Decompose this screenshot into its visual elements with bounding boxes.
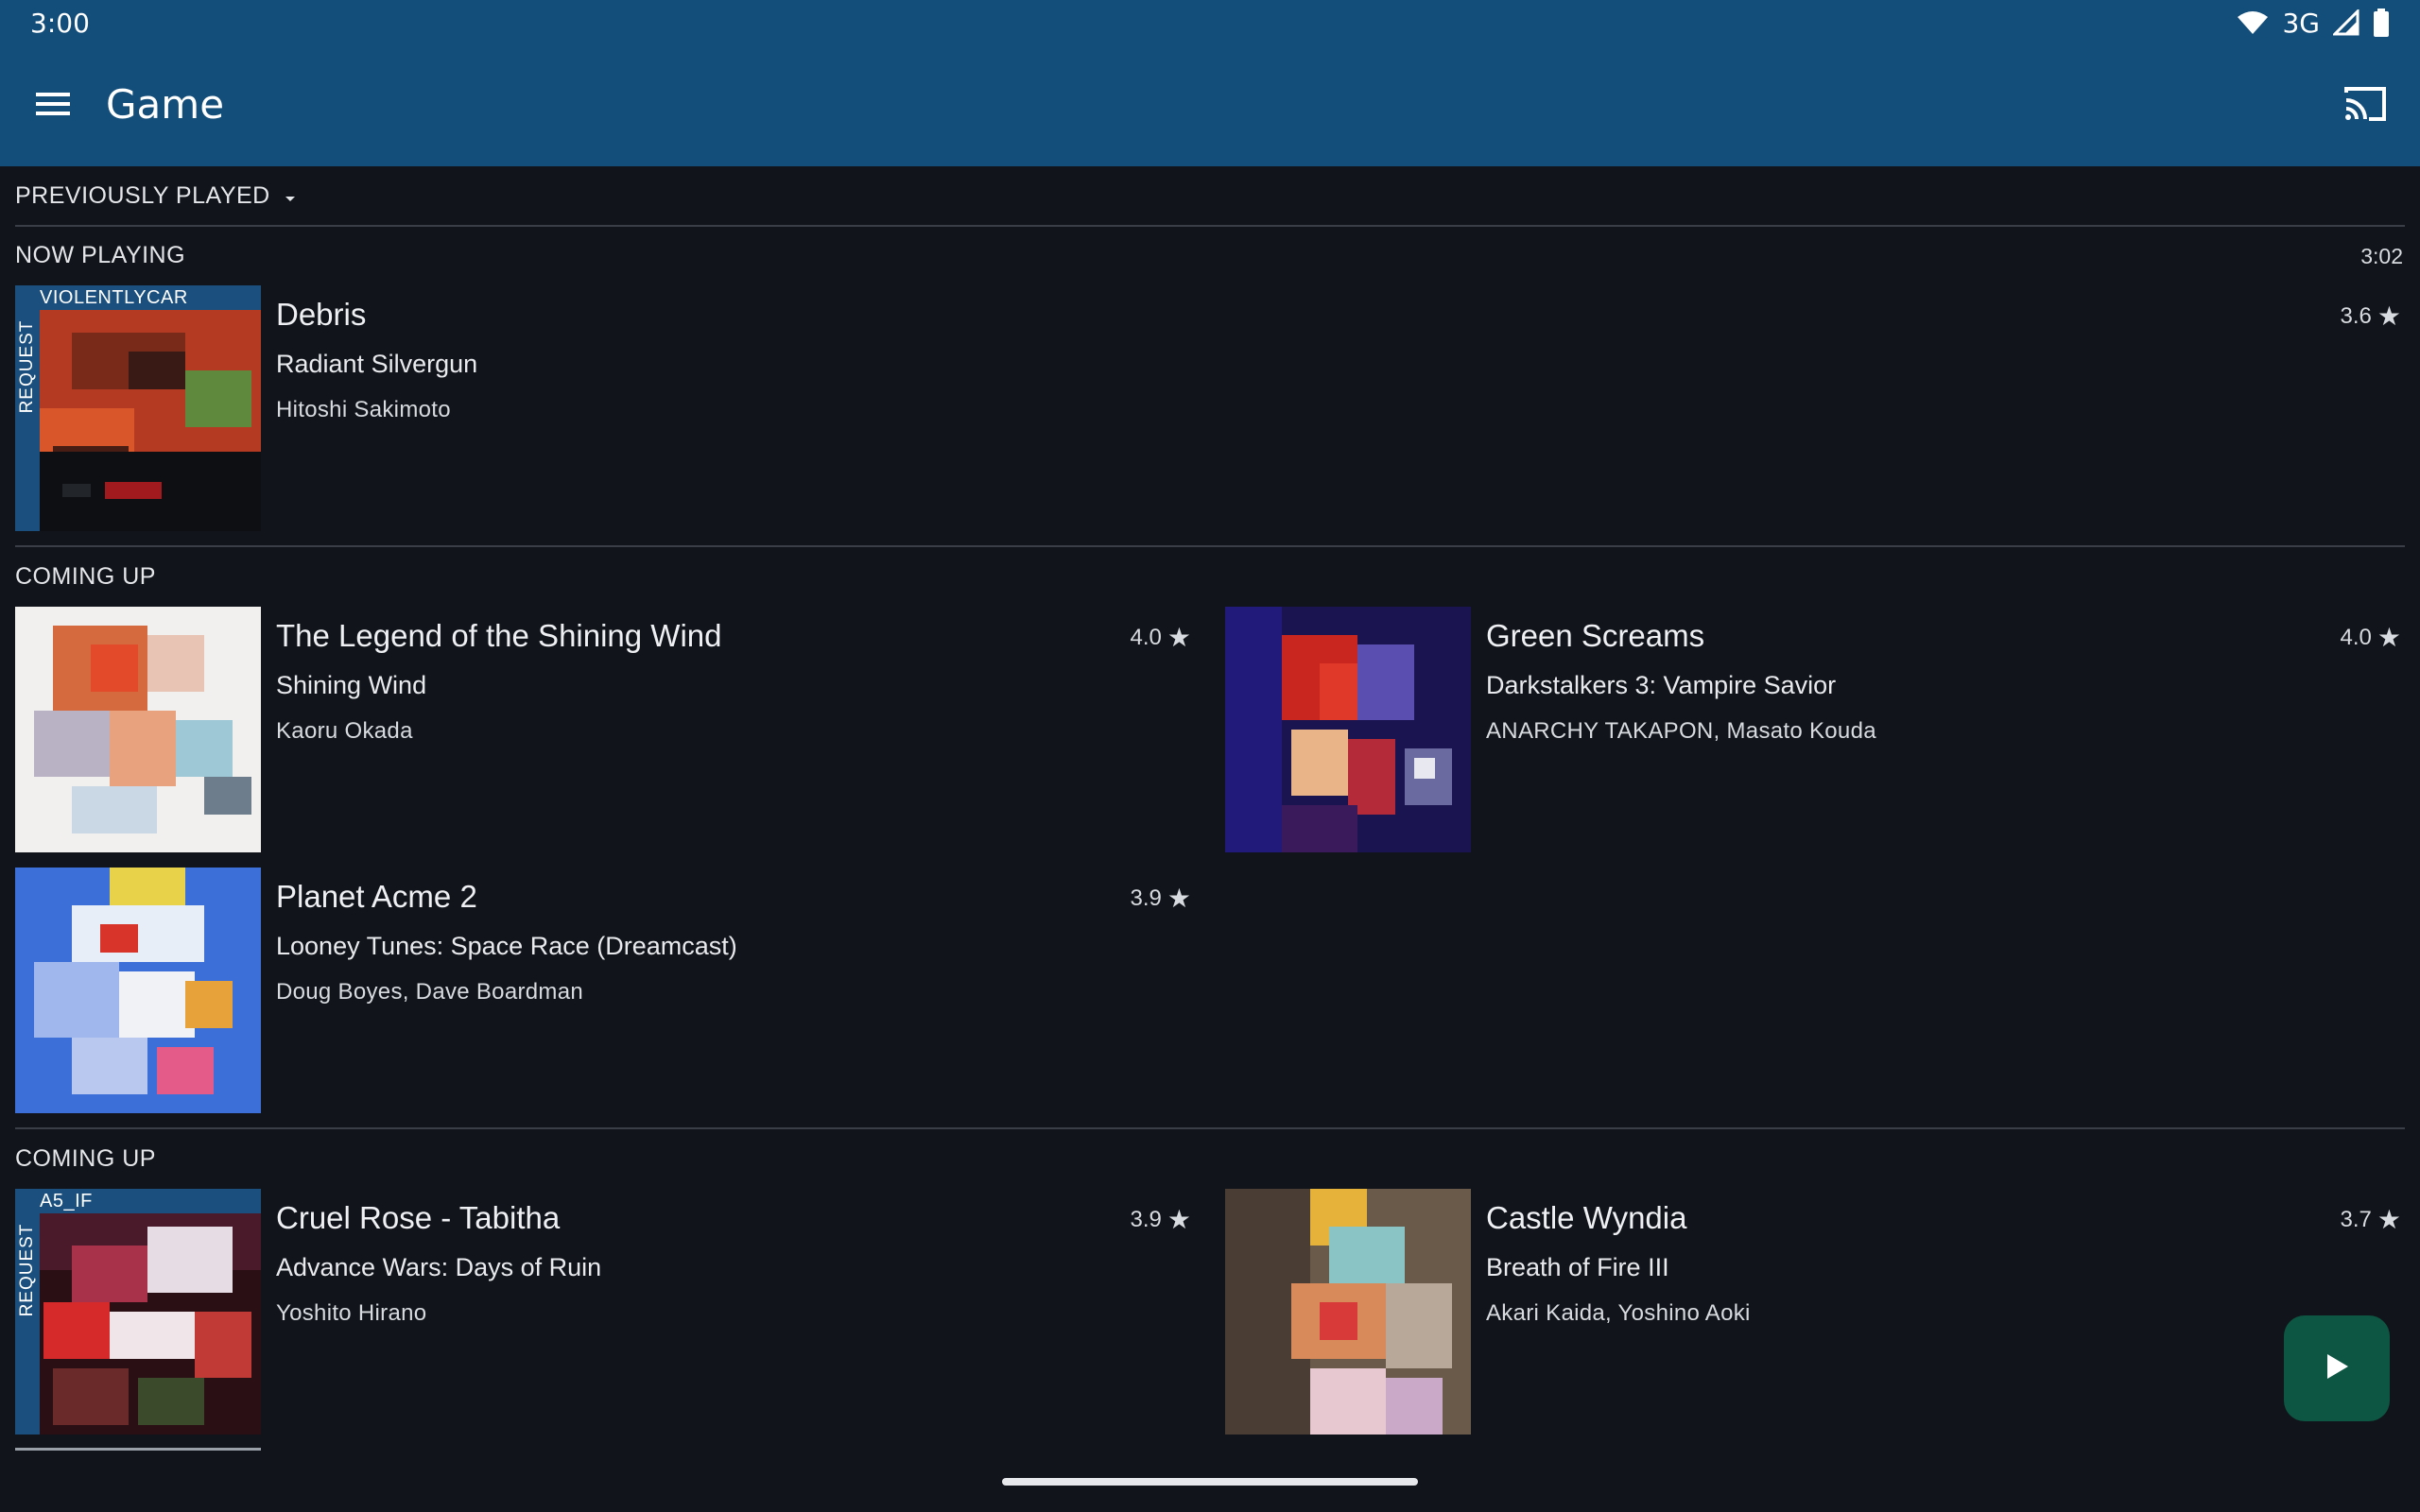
- song-album: Advance Wars: Days of Ruin: [276, 1253, 602, 1281]
- song-album: Shining Wind: [276, 671, 427, 699]
- song-rating: 4.0 ★: [1131, 622, 1191, 653]
- queued-song[interactable]: Green Screams Darkstalkers 3: Vampire Sa…: [1225, 607, 2405, 852]
- coming-up-label: COMING UP: [15, 1145, 156, 1172]
- rating-value: 3.6: [2340, 302, 2372, 329]
- play-button[interactable]: [2284, 1315, 2390, 1421]
- song-album: Looney Tunes: Space Race (Dreamcast): [276, 932, 737, 960]
- queued-song[interactable]: Planet Acme 2 Looney Tunes: Space Race (…: [15, 868, 1191, 1113]
- star-icon: ★: [2377, 301, 2401, 331]
- list-divider: [15, 1448, 261, 1451]
- rating-value: 3.9: [1130, 1206, 1162, 1232]
- menu-icon: [34, 90, 72, 123]
- song-artist: ANARCHY TAKAPON, Masato Kouda: [1486, 718, 1876, 744]
- star-icon: ★: [2377, 623, 2401, 652]
- battery-icon: [2373, 9, 2390, 37]
- song-artist: Akari Kaida, Yoshino Aoki: [1486, 1300, 1751, 1326]
- song-title: Planet Acme 2: [276, 879, 477, 914]
- song-album: Breath of Fire III: [1486, 1253, 1669, 1281]
- divider: [15, 545, 2405, 547]
- song-title: The Legend of the Shining Wind: [276, 618, 722, 653]
- album-art: [15, 868, 261, 1113]
- queued-song[interactable]: Castle Wyndia Breath of Fire III Akari K…: [1225, 1189, 2405, 1435]
- song-album: Darkstalkers 3: Vampire Savior: [1486, 671, 1837, 699]
- request-badge: REQUEST: [15, 1213, 40, 1327]
- history-filter-dropdown[interactable]: PREVIOUSLY PLAYED: [15, 180, 297, 212]
- song-title: Green Screams: [1486, 618, 1705, 653]
- song-rating: 3.9 ★: [1131, 883, 1191, 914]
- song-artist: Kaoru Okada: [276, 718, 413, 744]
- request-label: REQUEST: [17, 1223, 37, 1317]
- song-rating: 3.7 ★: [2341, 1204, 2401, 1235]
- star-icon: ★: [1167, 884, 1191, 913]
- star-icon: ★: [1167, 1205, 1191, 1234]
- request-label: REQUEST: [17, 319, 37, 414]
- now-playing-label: NOW PLAYING: [15, 242, 186, 268]
- star-icon: ★: [1167, 623, 1191, 652]
- divider: [15, 1127, 2405, 1129]
- album-art: [15, 285, 261, 531]
- rating-value: 3.7: [2340, 1206, 2372, 1232]
- menu-button[interactable]: [30, 83, 76, 129]
- home-indicator[interactable]: [1002, 1478, 1418, 1486]
- filter-label: PREVIOUSLY PLAYED: [15, 181, 270, 209]
- divider: [15, 225, 2405, 227]
- song-artist: Doug Boyes, Dave Boardman: [276, 979, 584, 1005]
- request-badge: REQUEST: [15, 310, 40, 423]
- song-album: Radiant Silvergun: [276, 350, 478, 378]
- status-time: 3:00: [30, 7, 90, 39]
- album-art: [15, 607, 261, 852]
- signal-icon: [2333, 9, 2360, 36]
- coming-up-label: COMING UP: [15, 563, 156, 590]
- app-bar: Game: [0, 45, 2420, 166]
- song-artist: Yoshito Hirano: [276, 1300, 427, 1326]
- album-art: [15, 1189, 261, 1435]
- song-rating: 3.6 ★: [2341, 301, 2401, 332]
- song-title: Castle Wyndia: [1486, 1200, 1687, 1235]
- queued-song[interactable]: A5_IF REQUEST Cruel Rose - Tabitha Advan…: [15, 1189, 1191, 1435]
- album-art: [1225, 607, 1471, 852]
- song-title: Debris: [276, 297, 367, 332]
- song-rating: 4.0 ★: [2341, 622, 2401, 653]
- album-art: [1225, 1189, 1471, 1435]
- star-icon: ★: [2377, 1205, 2401, 1234]
- cast-button[interactable]: [2339, 81, 2392, 130]
- song-artist: Hitoshi Sakimoto: [276, 397, 451, 422]
- status-bar: 3:00 3G: [0, 0, 2420, 45]
- play-icon: [2320, 1349, 2354, 1388]
- app-title: Game: [106, 81, 225, 128]
- elapsed-time: 3:02: [2360, 244, 2403, 268]
- song-title: Cruel Rose - Tabitha: [276, 1200, 561, 1235]
- now-playing-song[interactable]: VIOLENTLYCAR REQUEST Debris Radiant Silv…: [15, 285, 2405, 531]
- network-type: 3G: [2282, 7, 2320, 39]
- rating-value: 4.0: [1130, 624, 1162, 650]
- queued-song[interactable]: The Legend of the Shining Wind Shining W…: [15, 607, 1191, 852]
- rating-value: 4.0: [2340, 624, 2372, 650]
- rating-value: 3.9: [1130, 885, 1162, 911]
- requested-by: A5_IF: [40, 1191, 93, 1211]
- status-icons: 3G: [2237, 8, 2390, 39]
- requested-by: VIOLENTLYCAR: [40, 287, 188, 308]
- dropdown-arrow-icon: [284, 182, 297, 210]
- cast-icon: [2342, 85, 2388, 128]
- song-rating: 3.9 ★: [1131, 1204, 1191, 1235]
- wifi-icon: [2237, 9, 2269, 36]
